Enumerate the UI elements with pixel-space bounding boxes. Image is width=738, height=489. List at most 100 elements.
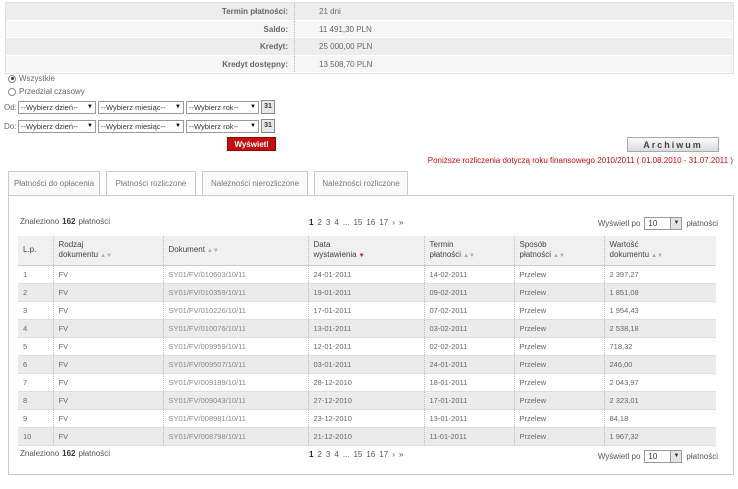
col-label: Rodzaj <box>58 239 84 249</box>
col-label: Wartość <box>609 239 639 249</box>
cell: 19-01-2011 <box>308 283 425 302</box>
cell: 10 <box>18 427 54 446</box>
document-link[interactable]: SY01/FV/009043/10/11 <box>163 391 309 410</box>
cell: 2 538,18 <box>604 319 716 338</box>
cell: 246,00 <box>604 355 716 374</box>
from-day-select[interactable]: --Wybierz dzień-- ▼ <box>18 100 96 114</box>
col-amount[interactable]: Wartość dokumentu ▲▼ <box>604 236 716 266</box>
cell: Przelew <box>514 355 605 374</box>
cell: Przelew <box>514 427 605 446</box>
radio-empty-icon[interactable] <box>8 87 16 96</box>
document-link[interactable]: SY01/FV/010603/10/11 <box>163 265 309 284</box>
to-year-select[interactable]: --Wybierz rok-- ▼ <box>186 119 259 133</box>
cell: 12-01-2011 <box>308 337 425 356</box>
page-link[interactable]: 4 <box>334 450 338 459</box>
to-label: Do: <box>4 121 17 131</box>
calendar-icon[interactable]: 31 <box>261 119 275 133</box>
from-year-select[interactable]: --Wybierz rok-- ▼ <box>186 100 259 114</box>
archive-button[interactable]: Archiwum <box>627 137 719 152</box>
found-prefix: Znaleziono <box>20 449 60 458</box>
page-link[interactable]: 2 <box>317 218 321 227</box>
document-link[interactable]: SY01/FV/009189/10/11 <box>163 373 309 392</box>
dropdown-arrow-icon: ▼ <box>250 104 256 110</box>
page-link[interactable]: 1 <box>309 450 313 459</box>
to-day-select[interactable]: --Wybierz dzień-- ▼ <box>18 119 96 133</box>
page-link[interactable]: 1 <box>309 218 313 227</box>
sort-desc-icon[interactable]: ▼ <box>359 253 365 259</box>
document-link[interactable]: SY01/FV/009959/10/11 <box>163 337 309 356</box>
cell: FV <box>53 265 164 284</box>
page-link[interactable]: 17 <box>379 450 388 459</box>
per-page-select[interactable]: 10 ▼ <box>644 217 683 230</box>
calendar-icon[interactable]: 31 <box>261 100 275 114</box>
sort-icon[interactable]: ▲▼ <box>553 253 565 259</box>
found-prefix: Znaleziono <box>20 217 60 226</box>
document-link[interactable]: SY01/FV/010226/10/11 <box>163 301 309 320</box>
cell: 84,18 <box>604 409 716 428</box>
cell: 13-01-2011 <box>308 319 425 338</box>
summary-value: 11 491,30 PLN <box>319 24 372 34</box>
sort-icon[interactable]: ▲▼ <box>463 253 475 259</box>
document-link[interactable]: SY01/FV/009507/10/11 <box>163 355 309 374</box>
cell: 23-12-2010 <box>308 409 425 428</box>
summary-label: Kredyt dostępny: <box>6 55 295 72</box>
cell: FV <box>53 283 164 302</box>
last-page-icon[interactable]: » <box>399 218 403 227</box>
tab-unsettled-receivables[interactable]: Należności nierozliczone <box>202 171 308 195</box>
page-link[interactable]: 15 <box>353 450 362 459</box>
col-label: Dokument <box>168 244 205 254</box>
col-issue-date[interactable]: Data wystawienia ▼ <box>308 236 425 266</box>
page-link[interactable]: 4 <box>334 218 338 227</box>
radio-selected-icon[interactable] <box>8 74 16 83</box>
sort-icon[interactable]: ▲▼ <box>207 248 219 254</box>
radio-date-range[interactable]: Przedział czasowy <box>8 87 85 96</box>
page-link[interactable]: 15 <box>353 218 362 227</box>
page-link[interactable]: 16 <box>366 218 375 227</box>
to-month-select[interactable]: --Wybierz miesiąc-- ▼ <box>98 119 184 133</box>
cell: 03-02-2011 <box>424 319 515 338</box>
table-row: 7 FV SY01/FV/009189/10/11 28-12-2010 18-01-2… <box>18 373 716 392</box>
next-page-icon[interactable]: › <box>392 450 395 459</box>
cell: 17-01-2011 <box>308 301 425 320</box>
sort-icon[interactable]: ▲▼ <box>651 253 663 259</box>
page-link[interactable]: 3 <box>326 218 330 227</box>
col-label: L.p. <box>23 245 37 255</box>
from-month-select[interactable]: --Wybierz miesiąc-- ▼ <box>98 100 184 114</box>
col-payment-method[interactable]: Sposób płatności ▲▼ <box>514 236 605 266</box>
pagination: 1 2 3 4 ... 15 16 17 › » <box>309 218 403 227</box>
sort-icon[interactable]: ▲▼ <box>100 253 112 259</box>
table-row: 8 FV SY01/FV/009043/10/11 27-12-2010 17-01-2… <box>18 391 716 410</box>
cell: Przelew <box>514 391 605 410</box>
next-page-icon[interactable]: › <box>392 218 395 227</box>
col-label: Sposób <box>519 239 547 249</box>
table-row: 6 FV SY01/FV/009507/10/11 03-01-2011 24-01-2… <box>18 355 716 374</box>
per-page-select[interactable]: 10 ▼ <box>644 450 683 463</box>
last-page-icon[interactable]: » <box>399 450 403 459</box>
table-row: 1 FV SY01/FV/010603/10/11 24-01-2011 14-02-2… <box>18 265 716 284</box>
per-page-control-bottom: Wyświetl po 10 ▼ płatności <box>598 450 718 463</box>
col-due-date[interactable]: Termin płatności ▲▼ <box>424 236 515 266</box>
cell: 07-02-2011 <box>424 301 515 320</box>
table-row: 2 FV SY01/FV/010359/10/11 19-01-2011 09-02-2… <box>18 283 716 302</box>
cell: 17-01-2011 <box>424 391 515 410</box>
document-link[interactable]: SY01/FV/008981/10/11 <box>163 409 309 428</box>
show-button[interactable]: Wyświetl <box>227 137 276 151</box>
col-document[interactable]: Dokument ▲▼ <box>163 236 309 266</box>
document-link[interactable]: SY01/FV/008798/10/11 <box>163 427 309 446</box>
document-link[interactable]: SY01/FV/010359/10/11 <box>163 283 309 302</box>
from-label: Od: <box>4 102 17 112</box>
tab-settled-receivables[interactable]: Należności rozliczone <box>314 171 408 195</box>
document-link[interactable]: SY01/FV/010076/10/11 <box>163 319 309 338</box>
tab-payments-to-pay[interactable]: Płatności do opłacenia <box>8 171 100 195</box>
cell: 28-12-2010 <box>308 373 425 392</box>
radio-all-label: Wszystkie <box>19 74 55 83</box>
page-link[interactable]: 3 <box>326 450 330 459</box>
summary-row-available-credit: Kredyt dostępny: 13 508,70 PLN <box>6 55 733 73</box>
page-link[interactable]: 17 <box>379 218 388 227</box>
cell: Przelew <box>514 283 605 302</box>
page-link[interactable]: 16 <box>366 450 375 459</box>
tab-settled-payments[interactable]: Płatności rozliczone <box>106 171 196 197</box>
radio-all[interactable]: Wszystkie <box>8 74 55 83</box>
page-link[interactable]: 2 <box>317 450 321 459</box>
col-doc-type[interactable]: Rodzaj dokumentu ▲▼ <box>53 236 164 266</box>
